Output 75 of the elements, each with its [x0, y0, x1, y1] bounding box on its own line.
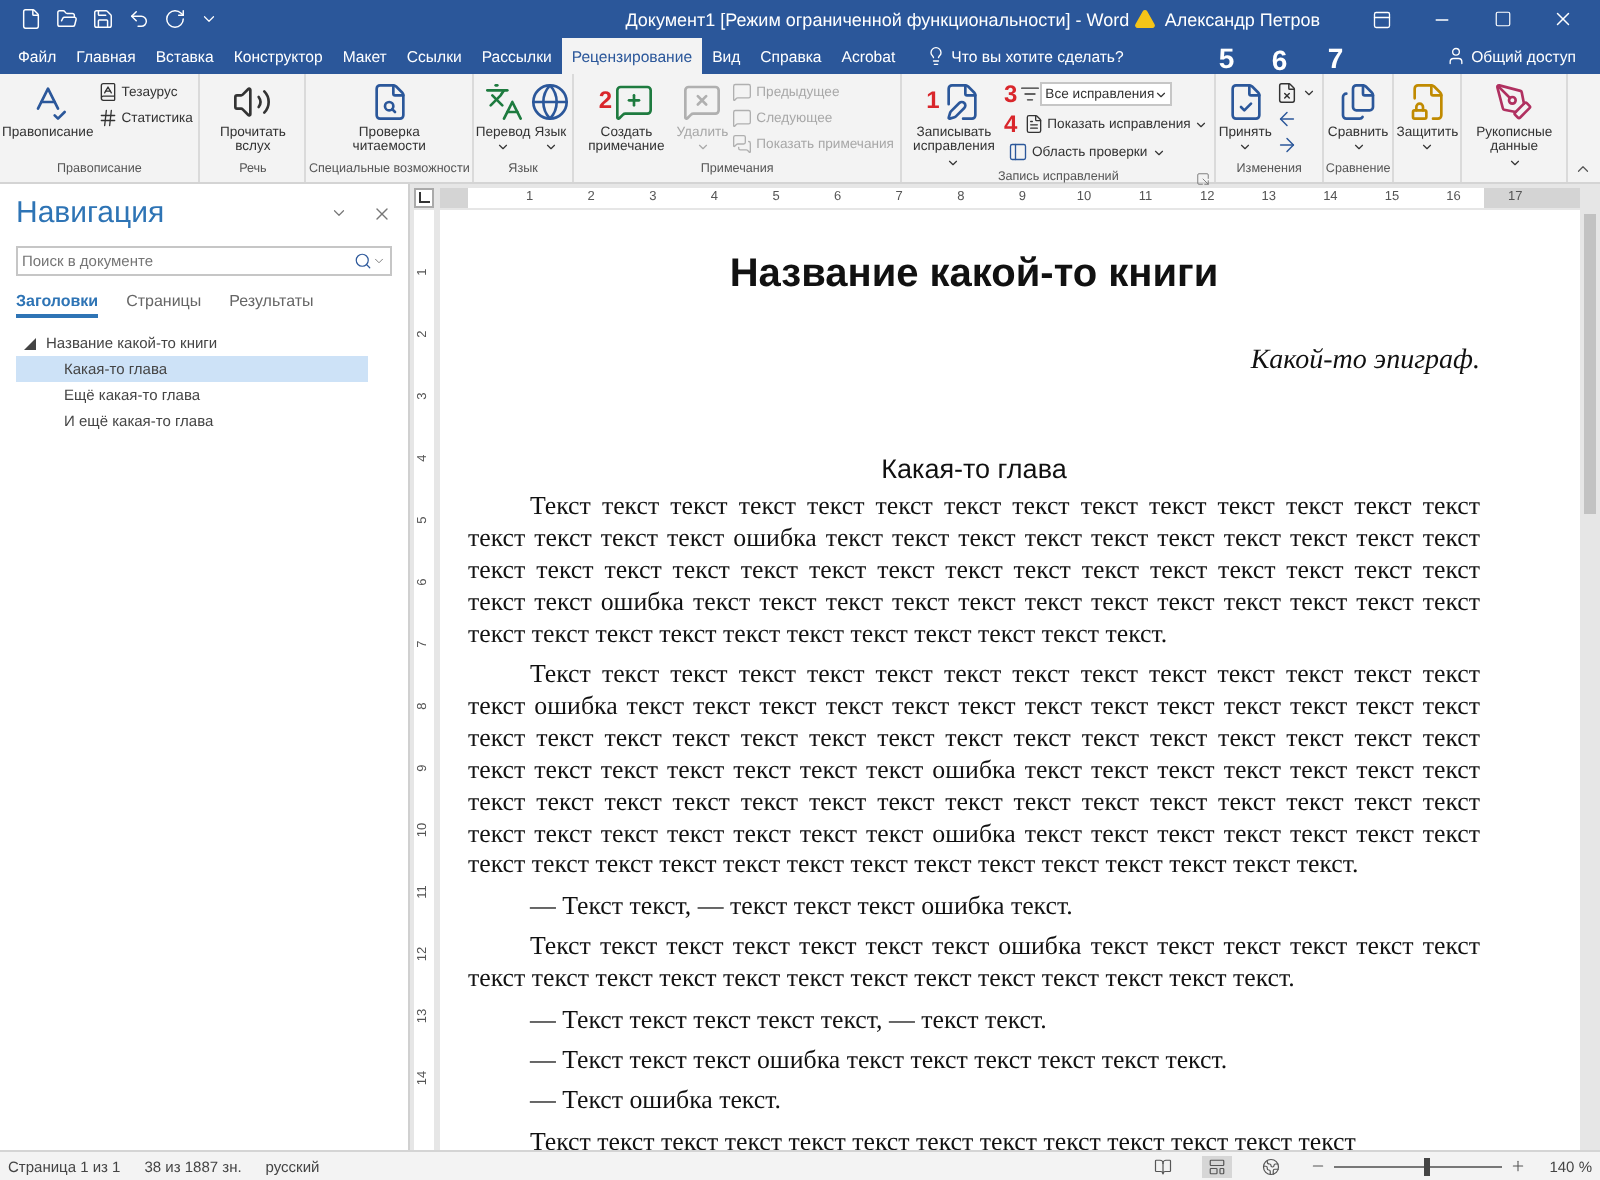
paragraph: — Текст ошибка текст. — [528, 1086, 783, 1119]
pane-title: Навигация — [16, 196, 167, 230]
document-search-icon — [369, 82, 410, 122]
documents-icon — [1338, 82, 1379, 122]
paragraph: — Текст текст текст текст текст, — текст текст. — [528, 1005, 1049, 1037]
paragraph: Текст текст текст текст текст текст текст текст текст текст текст текст текст текст текст ошибка текст текст текст текст текст текст текст текст текст текст текст текст текст текст текст текст текст текст текст текст текст текст текст текст текст текст текст текст текст текст текст текст текст текст текст ошибка текст текст текст текст текст текст текст текст текст текст текст текст текст текст текст текст текст текст текст текст текст текст текст текст текст текст текст текст текст ошибка текст текст текст текст текст текст текст текст текст текст текст текст текст текст текст текст текст текст текст текст текст. — [468, 660, 1480, 883]
print-layout-button[interactable] — [1201, 1155, 1232, 1177]
document-title: Название какой-то книги — [727, 250, 1221, 298]
window-title: Документ1 [Режим ограниченной функциональности] - Word — [623, 9, 1132, 29]
tab-stop-icon — [418, 191, 430, 203]
redo-icon — [164, 8, 186, 30]
collapse-triangle-icon[interactable] — [24, 337, 36, 349]
collapse-ribbon-icon — [1574, 160, 1592, 178]
document-lock-icon — [1407, 82, 1448, 122]
undo-icon — [128, 8, 150, 30]
step-number: 5 — [1218, 40, 1235, 76]
save-icon — [92, 8, 114, 30]
paragraph: Текст текст текст текст текст текст текст ошибка текст текст текст текст текст текст текст текст текст текст текст текст текст текст текст текст текст текст текст. — [468, 932, 1480, 997]
step-number: 7 — [1327, 40, 1344, 76]
pen-icon — [1494, 82, 1535, 122]
paragraph: — Текст текст текст ошибка текст текст текст текст текст текст. — [528, 1046, 1230, 1078]
translate-icon — [483, 82, 524, 122]
step-number: 4 — [1003, 110, 1018, 138]
ribbon-display-icon — [1372, 9, 1392, 29]
speaker-icon — [232, 82, 273, 122]
lightbulb-icon — [925, 46, 946, 66]
paragraph: Текст текст текст текст текст текст текст текст текст текст текст текст текст — [528, 1127, 1358, 1150]
page-icon — [1207, 1157, 1226, 1175]
folder-icon — [56, 8, 78, 30]
scrollbar-thumb[interactable] — [1584, 214, 1596, 514]
pane-menu-caret-icon — [330, 204, 348, 222]
customize-caret-icon — [200, 10, 218, 28]
pane-tab[interactable]: Результаты — [229, 292, 314, 318]
dialog-launcher-icon[interactable] — [1196, 171, 1211, 186]
person-icon — [1445, 46, 1466, 66]
document-check-icon — [1225, 82, 1266, 122]
zoom-in-icon — [1509, 1158, 1526, 1174]
close-icon — [1551, 8, 1573, 30]
comment-plus-icon — [614, 82, 655, 122]
document-x-icon — [1275, 81, 1298, 103]
step-number: 1 — [926, 88, 940, 116]
globe-icon — [1261, 1157, 1280, 1175]
list-icon — [1019, 84, 1040, 104]
search-icon — [354, 252, 372, 270]
paragraph: — Текст текст, — текст текст текст ошибка текст. — [528, 891, 1075, 924]
user-name[interactable]: Александр Петров — [1164, 9, 1320, 29]
step-number: 2 — [598, 88, 613, 116]
close-icon — [372, 203, 392, 223]
arrow-right-icon — [1275, 133, 1298, 155]
step-number: 3 — [1003, 80, 1018, 108]
caret-icon — [372, 254, 386, 268]
comment-icon — [732, 108, 753, 128]
caret-icon — [1154, 87, 1169, 101]
new-document-icon — [20, 8, 42, 30]
maximize-icon — [1493, 10, 1511, 28]
comment-delete-icon — [682, 82, 723, 122]
book-icon — [97, 82, 118, 102]
pane-tab[interactable]: Страницы — [126, 292, 202, 318]
document-icon — [1023, 114, 1044, 134]
arrow-left-icon — [1275, 107, 1298, 129]
step-number: 6 — [1271, 42, 1288, 78]
document-pen-icon — [941, 82, 982, 122]
pane-tab[interactable]: Заголовки — [16, 292, 99, 318]
paragraph: Текст текст текст текст текст текст текст текст текст текст текст текст текст текст текст текст текст текст ошибка текст текст текст текст текст текст текст текст текст текст текст текст текст текст текст текст текст текст текст текст текст текст текст текст текст текст текст ошибка текст текст текст текст текст текст текст текст текст текст текст текст текст текст текст текст текст текст текст текст текст текст текст. — [468, 492, 1480, 652]
panel-icon — [1007, 142, 1028, 162]
tab-stop-selector[interactable] — [414, 187, 434, 207]
book-icon — [1153, 1157, 1172, 1175]
globe-icon — [530, 82, 571, 122]
chapter-heading: Какая-то глава — [879, 454, 1069, 484]
epigraph: Какой-то эпиграф. — [1248, 346, 1480, 378]
zoom-slider-thumb[interactable] — [1423, 1157, 1430, 1175]
hash-icon — [97, 108, 118, 128]
warning-icon — [1134, 8, 1157, 30]
comment-icon — [732, 82, 753, 102]
comments-icon — [732, 134, 753, 154]
